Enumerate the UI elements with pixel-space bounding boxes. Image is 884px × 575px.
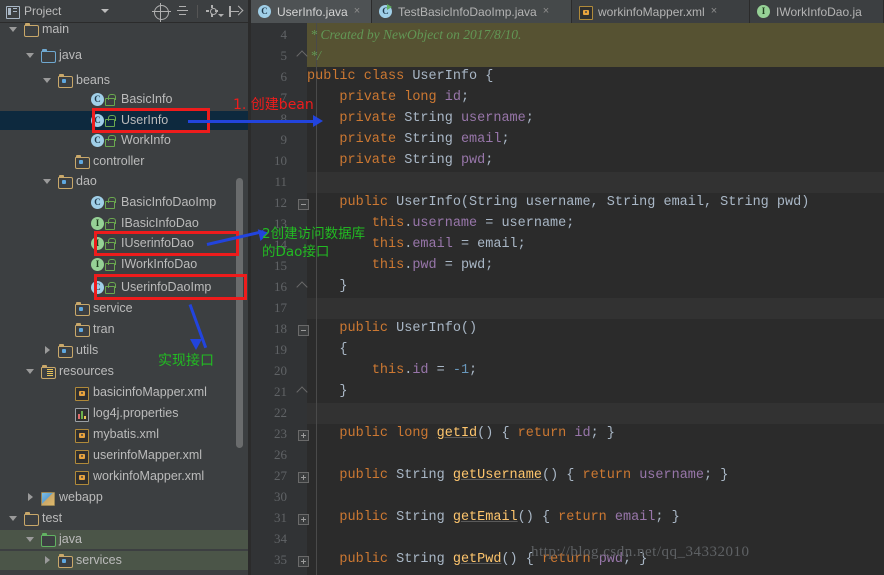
annotation-arrow-1: [188, 120, 316, 123]
annotation-step2-line1: 2创建访问数据库: [262, 226, 366, 242]
annotation-overlay: 1. 创建bean 2创建访问数据库 的Dao接口 实现接口: [0, 0, 884, 575]
annotation-step2-line2: 的Dao接口: [262, 244, 330, 260]
annotation-arrowhead-1: [313, 115, 323, 127]
idea-window: Project main java beans C BasicInfo C UserInfo…: [0, 0, 884, 575]
annotation-arrowhead-3: [190, 339, 202, 350]
highlight-box-userinfodaoimp: [94, 274, 247, 300]
annotation-step3-text: 实现接口: [158, 353, 214, 369]
annotation-step1-text: 1. 创建bean: [233, 97, 314, 113]
